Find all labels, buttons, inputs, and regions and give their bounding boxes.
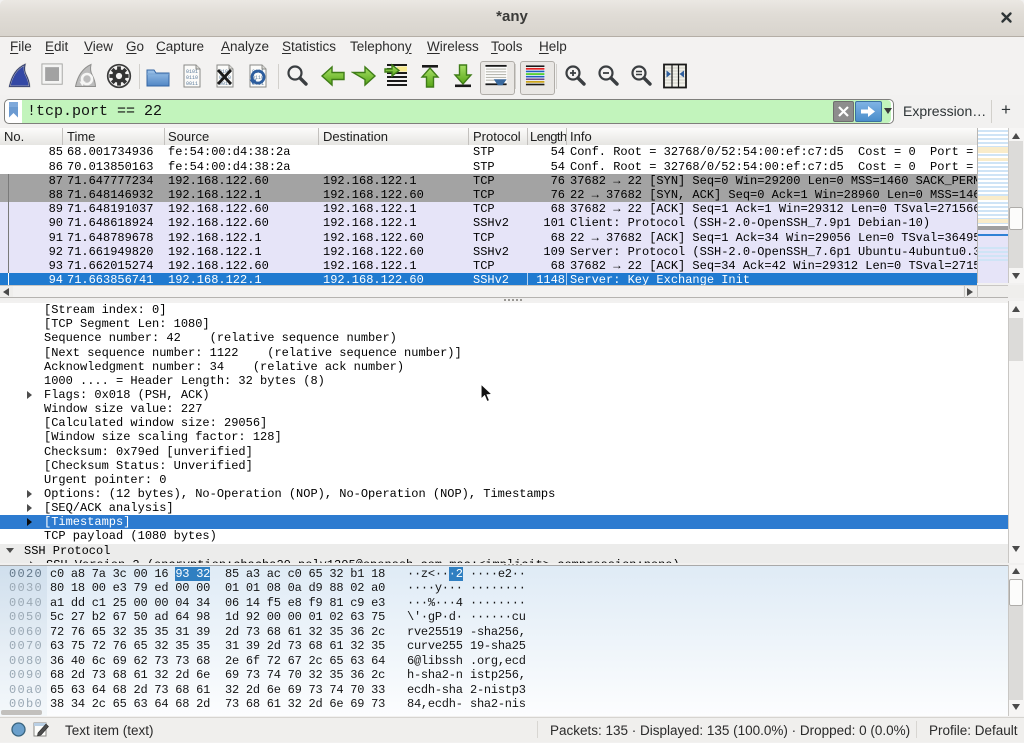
svg-text:0011: 0011 bbox=[186, 81, 198, 87]
